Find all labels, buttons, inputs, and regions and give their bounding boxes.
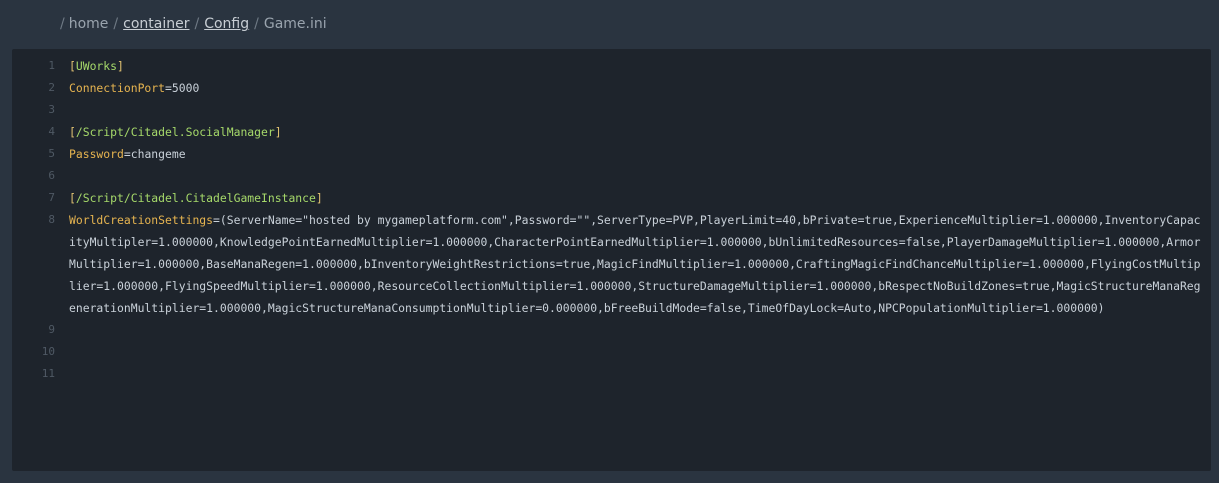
breadcrumb-home: home: [68, 16, 109, 32]
section-bracket-close: ]: [274, 125, 282, 139]
line-content[interactable]: [69, 363, 1203, 385]
line-content[interactable]: [UWorks]: [69, 55, 1203, 77]
breadcrumb-current-file: Game.ini: [263, 16, 327, 32]
breadcrumb-separator: /: [254, 16, 259, 32]
setting-value: 5000: [171, 81, 200, 95]
line-number: 2: [48, 81, 55, 94]
line-number: 11: [41, 367, 55, 380]
equals-sign: =: [213, 213, 220, 227]
line-number: 4: [48, 125, 55, 138]
equals-sign: =: [165, 81, 172, 95]
code-line: 5 Password=changeme: [12, 143, 1211, 165]
breadcrumb-link-config[interactable]: Config: [204, 16, 249, 32]
setting-key: WorldCreationSettings: [69, 213, 214, 227]
setting-value: changeme: [130, 147, 186, 161]
section-bracket-open: [: [69, 191, 76, 205]
line-content[interactable]: [69, 319, 1203, 341]
breadcrumb-separator: /: [60, 16, 65, 32]
section-bracket-close: ]: [117, 59, 124, 73]
line-number: 6: [48, 169, 55, 182]
code-line: 3: [12, 99, 1211, 121]
setting-key: Password: [69, 147, 124, 161]
code-line: 6: [12, 165, 1211, 187]
code-area[interactable]: 1 [UWorks] 2 ConnectionPort=5000 3 4 [/Script/…: [12, 55, 1211, 385]
code-editor[interactable]: 1 [UWorks] 2 ConnectionPort=5000 3 4 [/Script/…: [12, 49, 1211, 471]
section-bracket-open: [: [69, 59, 76, 73]
code-line: 2 ConnectionPort=5000: [12, 77, 1211, 99]
line-content[interactable]: WorldCreationSettings=(ServerName="hoste…: [69, 209, 1203, 319]
section-name: /Script/Citadel.CitadelGameInstance: [75, 191, 316, 205]
line-number: 3: [48, 103, 55, 116]
equals-sign: =: [123, 147, 131, 161]
code-line: 7 [/Script/Citadel.CitadelGameInstance]: [12, 187, 1211, 209]
code-line: 4 [/Script/Citadel.SocialManager]: [12, 121, 1211, 143]
section-name: UWorks: [75, 59, 118, 73]
line-number: 7: [48, 191, 55, 204]
line-content[interactable]: [/Script/Citadel.CitadelGameInstance]: [69, 187, 1203, 209]
section-bracket-close: ]: [315, 191, 323, 205]
code-line: 11: [12, 363, 1211, 385]
breadcrumb: / home / container / Config / Game.ini: [60, 13, 332, 35]
line-number: 9: [48, 323, 55, 336]
setting-value: (ServerName="hosted by mygameplatform.co…: [69, 213, 1201, 315]
code-line: 1 [UWorks]: [12, 55, 1211, 77]
line-content[interactable]: [69, 341, 1203, 363]
code-line: 8 WorldCreationSettings=(ServerName="host…: [12, 209, 1211, 319]
line-number: 10: [41, 345, 55, 358]
line-content[interactable]: Password=changeme: [69, 143, 1203, 165]
line-number: 5: [48, 147, 55, 160]
code-line: 10: [12, 341, 1211, 363]
breadcrumb-separator: /: [113, 16, 119, 32]
line-content[interactable]: [69, 99, 1203, 121]
line-number: 1: [48, 59, 55, 72]
section-bracket-open: [: [69, 125, 76, 139]
line-content[interactable]: ConnectionPort=5000: [69, 77, 1203, 99]
section-name: /Script/Citadel.SocialManager: [75, 125, 275, 139]
line-content[interactable]: [/Script/Citadel.SocialManager]: [69, 121, 1203, 143]
breadcrumb-separator: /: [194, 16, 200, 32]
breadcrumb-link-container[interactable]: container: [123, 16, 189, 32]
line-number: 8: [48, 213, 55, 226]
code-line: 9: [12, 319, 1211, 341]
setting-key: ConnectionPort: [69, 81, 166, 95]
line-content[interactable]: [69, 165, 1203, 187]
